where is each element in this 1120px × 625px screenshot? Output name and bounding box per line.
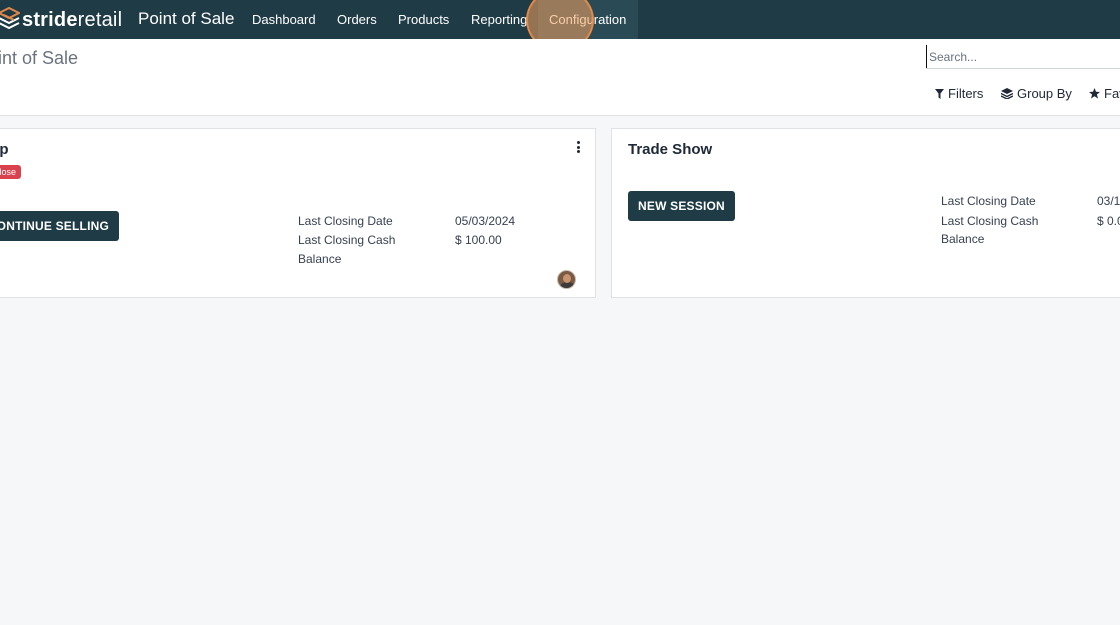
stat-label-closing-date: Last Closing Date xyxy=(298,214,393,228)
stat-label-closing-cash: Last Closing Cash xyxy=(298,233,396,247)
stat-label-closing-date: Last Closing Date xyxy=(941,194,1036,208)
new-session-button[interactable]: NEW SESSION xyxy=(628,191,735,221)
search-bar xyxy=(926,45,1120,69)
card-menu-icon[interactable] xyxy=(572,140,584,154)
stat-label-balance: Balance xyxy=(941,232,985,246)
brand-name: strideretail xyxy=(22,8,123,31)
stride-logo-icon xyxy=(0,7,20,30)
pos-card-shop: Shop To Close CONTINUE SELLING Last Clos… xyxy=(0,128,596,298)
menu-products[interactable]: Products xyxy=(398,12,449,27)
page-title: Point of Sale xyxy=(0,48,79,68)
filters-button[interactable]: Filters xyxy=(935,86,983,101)
stat-value-closing-date: 05/03/2024 xyxy=(455,214,516,228)
stat-value-closing-cash: $ 100.00 xyxy=(455,233,502,247)
menu-dashboard[interactable]: Dashboard xyxy=(252,12,316,27)
pos-card-title[interactable]: Shop xyxy=(0,141,9,158)
layers-icon xyxy=(1001,88,1013,99)
group-by-button[interactable]: Group By xyxy=(1001,86,1072,101)
app-title[interactable]: Point of Sale xyxy=(138,9,234,29)
group-by-label: Group By xyxy=(1017,86,1072,101)
control-panel: Point of Sale Filters Group By Favorites xyxy=(0,39,1120,116)
filter-icon xyxy=(935,88,944,99)
top-navbar: strideretail Point of Sale Dashboard Ord… xyxy=(0,0,1120,52)
filters-label: Filters xyxy=(948,86,984,101)
status-badge: To Close xyxy=(0,165,22,179)
menu-reporting[interactable]: Reporting xyxy=(471,12,527,27)
brand-logo[interactable]: strideretail xyxy=(0,6,122,34)
favorites-button[interactable]: Favorites xyxy=(1089,86,1120,101)
favorites-label: Favorites xyxy=(1104,86,1120,101)
menu-orders[interactable]: Orders xyxy=(337,12,377,27)
stat-label-closing-cash: Last Closing Cash xyxy=(941,214,1039,228)
stat-value-closing-date: 03/1 xyxy=(1097,194,1120,208)
avatar[interactable] xyxy=(557,270,576,289)
continue-selling-button[interactable]: CONTINUE SELLING xyxy=(0,211,119,241)
pos-card-trade-show: Trade Show NEW SESSION Last Closing Date… xyxy=(611,128,1120,298)
pos-card-title[interactable]: Trade Show xyxy=(628,141,712,158)
star-icon xyxy=(1089,88,1100,99)
stat-value-closing-cash: $ 0.0 xyxy=(1097,214,1120,228)
search-input[interactable] xyxy=(926,45,1120,68)
stat-label-balance: Balance xyxy=(298,252,342,266)
